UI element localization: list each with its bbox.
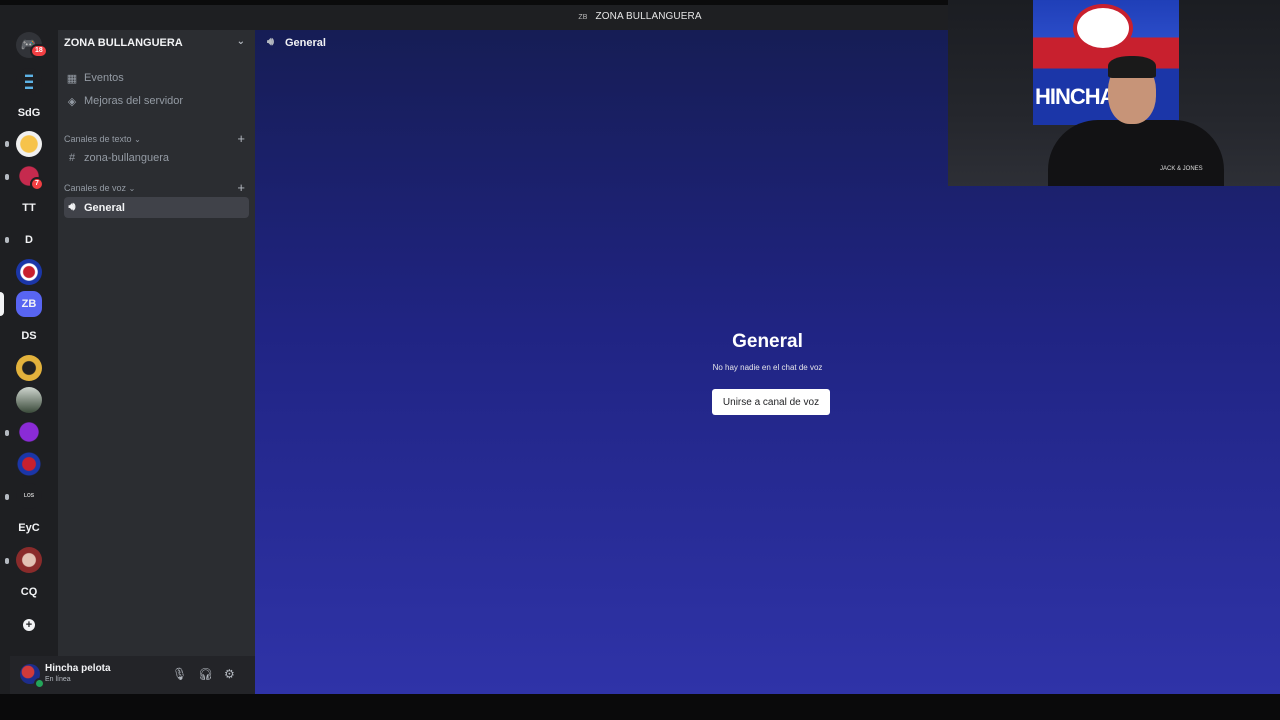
flag-text: HINCHA: [1035, 84, 1116, 109]
username[interactable]: Hincha pelota: [45, 663, 111, 674]
server-cq[interactable]: CQ: [16, 579, 42, 605]
server-folder[interactable]: ▬ ▬ ▬: [16, 68, 42, 94]
online-status-icon: [34, 678, 45, 689]
voice-empty-subtitle: No hay nadie en el chat de voz: [712, 363, 823, 372]
unread-indicator: [5, 141, 9, 147]
channel-zona-bullanguera[interactable]: # zona-bullanguera: [64, 149, 249, 167]
home-badge: 18: [30, 44, 48, 58]
events-label: Eventos: [84, 72, 124, 84]
club-flag: HINCHA: [1033, 0, 1179, 125]
chevron-down-icon: ⌄: [236, 36, 245, 47]
add-text-channel-button[interactable]: +: [237, 131, 245, 146]
channel-sidebar: ZONA BULLANGUERA ⌄ ▦ Eventos ◈ Mejoras d…: [58, 30, 255, 694]
text-channel-label: zona-bullanguera: [84, 152, 170, 164]
channel-general-voice[interactable]: 🔊︎ General: [64, 197, 249, 218]
server-rail: 🎮 18 ▬ ▬ ▬ SdG 7 TT D ZB DS LOS EyC CQ +: [0, 30, 58, 694]
shirt-logo: JACK & JONES: [1160, 166, 1203, 172]
unread-indicator: [5, 430, 9, 436]
selected-indicator: [0, 292, 4, 316]
join-voice-button[interactable]: Unirse a canal de voz: [712, 389, 830, 415]
unread-indicator: [5, 174, 9, 180]
gear-icon[interactable]: ⚙: [224, 667, 235, 681]
text-channels-category[interactable]: Canales de texto ⌄ +: [64, 131, 249, 148]
window-title-text: ZONA BULLANGUERA: [595, 11, 702, 22]
chevron-down-icon: ⌄: [134, 135, 141, 144]
speaker-icon: 🔊︎: [267, 36, 274, 48]
server-sdg[interactable]: SdG: [16, 100, 42, 126]
user-panel: Hincha pelota En línea 🎙︎ 🎧︎ ⚙: [10, 656, 255, 694]
person-hair: [1108, 56, 1156, 78]
club-logo-icon: [1073, 4, 1133, 52]
text-category-label: Canales de texto: [64, 134, 132, 144]
user-status: En línea: [45, 676, 71, 683]
add-voice-channel-button[interactable]: +: [237, 180, 245, 195]
server-avatar-8[interactable]: LOS: [16, 483, 42, 509]
server-eyc[interactable]: EyC: [16, 515, 42, 541]
microphone-icon[interactable]: 🎙︎: [172, 667, 187, 681]
server-avatar-3[interactable]: [16, 259, 42, 285]
webcam-overlay: HINCHA JACK & JONES: [948, 0, 1280, 186]
chevron-down-icon: ⌄: [128, 184, 136, 193]
server-avatar-1[interactable]: [16, 131, 42, 157]
server-d[interactable]: D: [16, 227, 42, 253]
voice-category-label: Canales de voz: [64, 183, 127, 193]
speaker-icon: 🔊︎: [68, 201, 76, 213]
unread-indicator: [5, 494, 9, 500]
unread-indicator: [5, 237, 9, 243]
server-avatar-5[interactable]: [16, 387, 42, 413]
unread-indicator: [5, 558, 9, 564]
folder-icon: ▬ ▬ ▬: [25, 70, 33, 91]
voice-channel-label: General: [84, 201, 125, 214]
guild-name: ZONA BULLANGUERA: [64, 37, 183, 49]
boosts-label: Mejoras del servidor: [84, 95, 184, 107]
guild-header[interactable]: ZONA BULLANGUERA ⌄: [58, 30, 255, 56]
server-avatar-7[interactable]: [16, 451, 42, 477]
server-avatar-4[interactable]: [16, 355, 42, 381]
add-server-button[interactable]: +: [16, 612, 42, 638]
hashtag-icon: #: [68, 152, 76, 164]
server-tt[interactable]: TT: [16, 195, 42, 221]
channel-header-title: General: [285, 37, 326, 49]
server-zb[interactable]: ZB: [16, 291, 42, 317]
server-boosts-item[interactable]: ◈ Mejoras del servidor: [64, 92, 249, 110]
headphones-icon[interactable]: 🎧︎: [198, 667, 213, 681]
person-body: [1048, 120, 1224, 186]
events-item[interactable]: ▦ Eventos: [64, 69, 249, 87]
boost-icon: ◈: [67, 95, 77, 108]
server-avatar-6[interactable]: [16, 419, 42, 445]
server-ds[interactable]: DS: [16, 323, 42, 349]
plus-circle-icon: +: [23, 619, 35, 631]
calendar-icon: ▦: [66, 72, 78, 85]
server-avatar-9[interactable]: [16, 547, 42, 573]
voice-empty-title: General: [732, 331, 803, 352]
server-badge: 7: [30, 177, 44, 191]
title-server-icon: ZB: [578, 14, 588, 21]
voice-channels-category[interactable]: Canales de voz ⌄ +: [64, 180, 249, 197]
